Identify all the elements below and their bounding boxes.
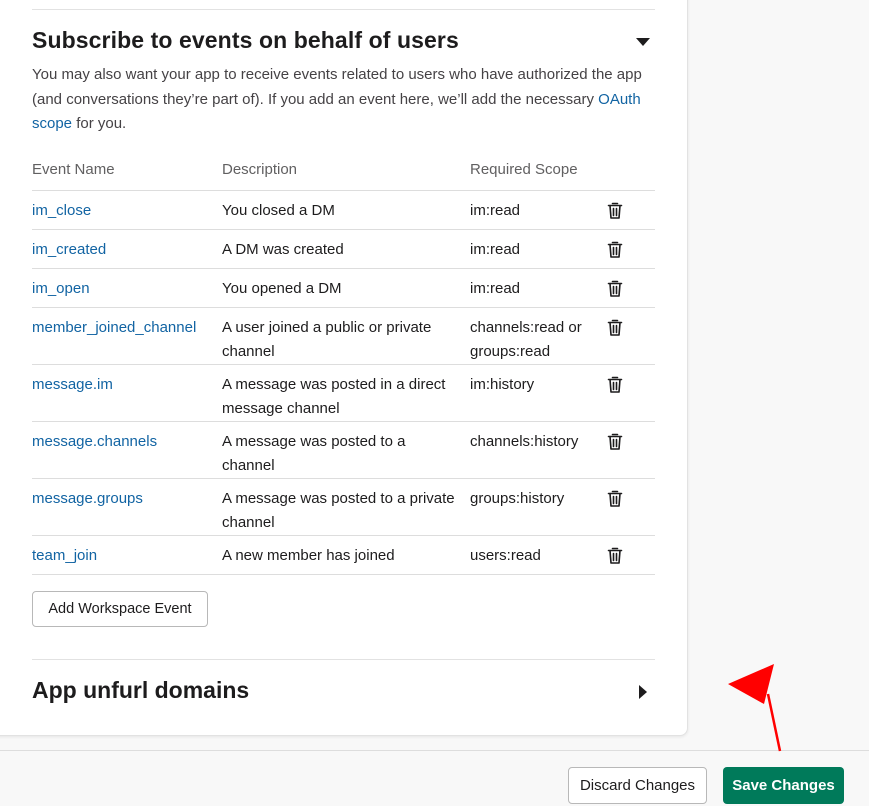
section-divider bbox=[32, 659, 655, 660]
trash-icon[interactable] bbox=[607, 433, 623, 451]
event-scope: channels:read or groups:read bbox=[470, 319, 582, 360]
intro-text-end: for you. bbox=[72, 115, 127, 132]
event-description: A new member has joined bbox=[222, 547, 395, 564]
table-row: message.groups A message was posted to a… bbox=[32, 479, 655, 536]
section-intro: You may also want your app to receive ev… bbox=[32, 63, 657, 137]
table-row: im_open You opened a DM im:read bbox=[32, 269, 655, 308]
app-config-page: Subscribe to events on behalf of users Y… bbox=[0, 0, 869, 806]
annotation-arrow bbox=[728, 664, 782, 752]
trash-icon[interactable] bbox=[607, 241, 623, 259]
event-name-link[interactable]: team_join bbox=[32, 547, 97, 564]
event-scope: groups:history bbox=[470, 490, 565, 507]
column-header-event-name: Event Name bbox=[32, 161, 115, 178]
intro-text: You may also want your app to receive ev… bbox=[32, 66, 642, 108]
discard-changes-button[interactable]: Discard Changes bbox=[568, 767, 707, 804]
event-scope: im:read bbox=[470, 241, 521, 258]
event-scope: channels:history bbox=[470, 433, 579, 450]
event-description: A message was posted to a private channe… bbox=[222, 490, 455, 531]
event-description: You closed a DM bbox=[222, 202, 335, 219]
trash-icon[interactable] bbox=[607, 376, 623, 394]
trash-icon[interactable] bbox=[607, 547, 623, 565]
trash-icon[interactable] bbox=[607, 280, 623, 298]
section-title: Subscribe to events on behalf of users bbox=[32, 27, 459, 53]
event-name-link[interactable]: member_joined_channel bbox=[32, 319, 196, 336]
event-description: A message was posted to a channel bbox=[222, 433, 406, 474]
trash-icon[interactable] bbox=[607, 202, 623, 220]
event-name-link[interactable]: message.im bbox=[32, 376, 113, 393]
trash-icon[interactable] bbox=[607, 490, 623, 508]
chevron-right-icon[interactable] bbox=[639, 685, 647, 699]
table-row: team_join A new member has joined users:… bbox=[32, 536, 655, 575]
event-description: A message was posted in a direct message… bbox=[222, 376, 446, 417]
trash-icon[interactable] bbox=[607, 319, 623, 337]
event-scope: im:read bbox=[470, 202, 521, 219]
event-name-link[interactable]: im_open bbox=[32, 280, 90, 297]
table-row: message.im A message was posted in a dir… bbox=[32, 365, 655, 422]
chevron-down-icon[interactable] bbox=[636, 38, 650, 46]
event-scope: users:read bbox=[470, 547, 541, 564]
event-description: A user joined a public or private channe… bbox=[222, 319, 432, 360]
table-header: Event Name Description Required Scope bbox=[32, 151, 655, 191]
event-name-link[interactable]: message.groups bbox=[32, 490, 143, 507]
table-row: member_joined_channel A user joined a pu… bbox=[32, 308, 655, 365]
table-row: message.channels A message was posted to… bbox=[32, 422, 655, 479]
event-description: A DM was created bbox=[222, 241, 344, 258]
app-unfurl-domains-title: App unfurl domains bbox=[32, 677, 250, 703]
event-scope: im:read bbox=[470, 280, 521, 297]
section-divider bbox=[32, 9, 655, 10]
event-name-link[interactable]: im_close bbox=[32, 202, 91, 219]
user-events-table: Event Name Description Required Scope im… bbox=[32, 151, 655, 575]
column-header-description: Description bbox=[222, 161, 298, 178]
add-workspace-event-button[interactable]: Add Workspace Event bbox=[32, 591, 208, 627]
save-changes-button[interactable]: Save Changes bbox=[723, 767, 844, 804]
table-row: im_created A DM was created im:read bbox=[32, 230, 655, 269]
event-scope: im:history bbox=[470, 376, 535, 393]
event-name-link[interactable]: im_created bbox=[32, 241, 106, 258]
column-header-required-scope: Required Scope bbox=[470, 161, 578, 178]
event-name-link[interactable]: message.channels bbox=[32, 433, 157, 450]
table-row: im_close You closed a DM im:read bbox=[32, 191, 655, 230]
event-description: You opened a DM bbox=[222, 280, 342, 297]
